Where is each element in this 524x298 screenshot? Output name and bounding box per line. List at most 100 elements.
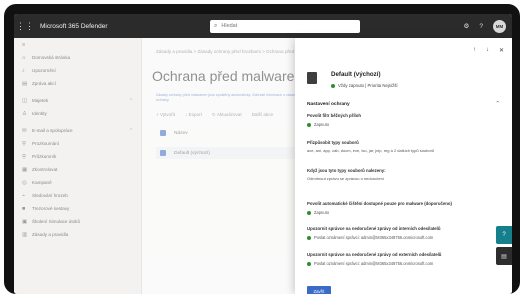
sidebar-item-label: Prozkoumání	[32, 141, 60, 146]
shield-policy-icon	[307, 72, 317, 84]
close-button[interactable]: Zavřít	[307, 286, 331, 294]
avatar[interactable]: MM	[493, 19, 506, 33]
breadcrumb[interactable]: Zásady a pravidla > Zásady ochrany před …	[156, 49, 317, 54]
field-value: Zapnuto	[307, 210, 329, 215]
left-navigation: ≡ ⌂ Domovská stránka ♪ Upozornění ▤ Zpráva …	[14, 38, 142, 294]
field-label: Když jsou tyto typy souborů nalezeny:	[307, 168, 386, 173]
sidebar-item-label: Zkontrolovat	[32, 167, 58, 172]
sidebar-item-label: E-mail a spolupráce	[32, 128, 73, 133]
list-header: Název	[156, 130, 296, 136]
settings-icon[interactable]: ⚙	[464, 22, 470, 30]
status-dot-icon	[307, 235, 311, 240]
select-all-checkbox[interactable]	[160, 130, 166, 136]
column-header-name[interactable]: Název	[174, 131, 188, 136]
hamburger-icon: ≡	[22, 41, 26, 48]
info-message[interactable]: Zásady ochrany před malwarem jsou spuště…	[156, 93, 306, 103]
app-launcher-icon[interactable]: ⋮⋮	[14, 14, 36, 38]
field-label: Přizpůsobit typy souborů	[307, 140, 359, 145]
field-label: Upozornit správce na nedoručené zprávy o…	[307, 226, 441, 231]
sidebar-item-label: Upozornění	[32, 68, 56, 73]
investigate-icon: ⚲	[22, 140, 27, 147]
search-icon: ⌕	[214, 22, 218, 29]
defender-app: ⋮⋮ Microsoft 365 Defender ⌕ Hledat ⚙ ? M…	[14, 14, 512, 294]
refresh-button[interactable]: ↻ Aktualizovat	[212, 112, 242, 118]
sidebar-item-label: Školení Simulace útoků	[32, 219, 81, 224]
field-label: Povolit automatické čištění dostupné pou…	[307, 201, 452, 206]
sidebar-item-label: Sledování hrozeb	[32, 193, 68, 198]
sidebar-item-label: Průzkumník	[32, 154, 57, 159]
status-dot-icon	[331, 83, 335, 88]
sidebar-item-exchange-trace[interactable]: ■ Trezorové sestavy	[14, 202, 141, 215]
field-value: Odmítnout zprávu se zprávou o nedoručení	[307, 176, 384, 181]
status-dot-icon	[307, 261, 311, 266]
sidebar-item-label: Trezorové sestavy	[32, 206, 70, 211]
sidebar-item-label: Majetek	[32, 98, 49, 103]
app-title: Microsoft 365 Defender	[40, 22, 108, 30]
field-value-text: Poslat oznámení správci: admin@M365x3487…	[314, 235, 434, 240]
chevron-up-icon[interactable]: ⌃	[495, 101, 500, 107]
bell-icon: ♪	[22, 67, 25, 74]
tracker-icon: ⌁	[22, 192, 26, 199]
top-bar: ⋮⋮ Microsoft 365 Defender ⌕ Hledat ⚙ ? M…	[14, 14, 512, 38]
sidebar-item-home[interactable]: ⌂ Domovská stránka	[14, 51, 141, 64]
review-icon: ▦	[22, 166, 28, 173]
field-value-text: Zapnuto	[314, 210, 330, 215]
close-icon[interactable]: ✕	[499, 47, 504, 54]
field-value: Zapnuto	[307, 122, 329, 127]
home-icon: ⌂	[22, 54, 26, 61]
policy-name: Default (výchozí)	[331, 71, 381, 78]
policy-icon: ▥	[22, 231, 28, 238]
feedback-icon[interactable]: ▤	[496, 247, 512, 265]
sidebar-item-action-center[interactable]: ▤ Zpráva akcí	[14, 77, 141, 90]
photo-background: ⋮⋮ Microsoft 365 Defender ⌕ Hledat ⚙ ? M…	[0, 0, 524, 298]
field-value: ace, ani, app, cab, docm, exe, iso, jar,…	[307, 148, 435, 153]
list-toolbar: + Vytvořit ↓ Export ↻ Aktualizovat Další…	[156, 112, 273, 118]
sidebar-item-campaigns[interactable]: ◎ Kampaně	[14, 176, 141, 189]
more-actions-button[interactable]: Další akce	[252, 112, 273, 118]
sidebar-item-label: Zpráva akcí	[32, 81, 56, 86]
asset-icon: ◫	[22, 97, 28, 104]
field-label: Upozornit správce na nedoručené zprávy o…	[307, 252, 442, 257]
chevron-up-icon: ⌃	[128, 127, 133, 134]
field-value: Poslat oznámení správci: admin@M365x3487…	[307, 261, 433, 266]
sidebar-item-label: Kampaně	[32, 180, 52, 185]
vault-icon: ■	[22, 205, 26, 212]
panel-controls: ↑ ↓ ✕	[473, 47, 504, 54]
sidebar-item-investigations[interactable]: ⚲ Prozkoumání	[14, 137, 141, 150]
search-input[interactable]: ⌕ Hledat	[210, 19, 360, 33]
sidebar-item-threat-tracker[interactable]: ⌁ Sledování hrozeb	[14, 189, 141, 202]
monitor-screen: ⋮⋮ Microsoft 365 Defender ⌕ Hledat ⚙ ? M…	[4, 4, 520, 294]
previous-item-icon[interactable]: ↑	[473, 47, 476, 54]
field-value-text: Zapnuto	[314, 122, 330, 127]
list-item[interactable]: Default (výchozí)	[156, 147, 296, 159]
status-dot-icon	[307, 210, 311, 215]
chevron-up-icon: ⌃	[128, 97, 133, 104]
field-label: Povolit filtr běžných příloh	[307, 113, 361, 118]
explorer-icon: ⚲	[22, 153, 27, 160]
policy-details-panel: ↑ ↓ ✕ Default (výchozí) Vždy zapnuto | P…	[295, 38, 512, 294]
sidebar-item-attack-simulation[interactable]: ▣ Školení Simulace útoků	[14, 215, 141, 228]
sidebar-item-identities[interactable]: ♙ Identity	[14, 107, 141, 120]
sidebar-item-alerts[interactable]: ♪ Upozornění	[14, 64, 141, 77]
create-button[interactable]: + Vytvořit	[156, 112, 175, 118]
sidebar-item-email-collab[interactable]: ✉ E-mail a spolupráce ⌃	[14, 124, 141, 137]
sidebar-item-explorer[interactable]: ⚲ Průzkumník	[14, 150, 141, 163]
top-bar-actions: ⚙ ? MM	[464, 14, 506, 38]
row-checkbox[interactable]	[160, 150, 166, 156]
sidebar-item-review[interactable]: ▦ Zkontrolovat	[14, 163, 141, 176]
nav-collapse-button[interactable]: ≡	[14, 38, 141, 51]
sidebar-item-label: Identity	[32, 111, 47, 116]
sidebar-item-policies[interactable]: ▥ Zásady a pravidla	[14, 228, 141, 241]
sidebar-item-assets[interactable]: ◫ Majetek ⌃	[14, 94, 141, 107]
export-button[interactable]: ↓ Export	[185, 112, 202, 118]
page-title: Ochrana před malwarem	[152, 68, 307, 84]
mail-icon: ✉	[22, 127, 27, 134]
training-icon: ▣	[22, 218, 28, 225]
help-chat-icon[interactable]: ?	[496, 226, 512, 244]
help-icon[interactable]: ?	[479, 23, 483, 30]
clipboard-icon: ▤	[22, 80, 28, 87]
sidebar-item-label: Domovská stránka	[32, 55, 71, 60]
next-item-icon[interactable]: ↓	[486, 47, 489, 54]
policy-row-name: Default (výchozí)	[174, 150, 210, 156]
section-title[interactable]: Nastavení ochrany	[307, 102, 350, 107]
